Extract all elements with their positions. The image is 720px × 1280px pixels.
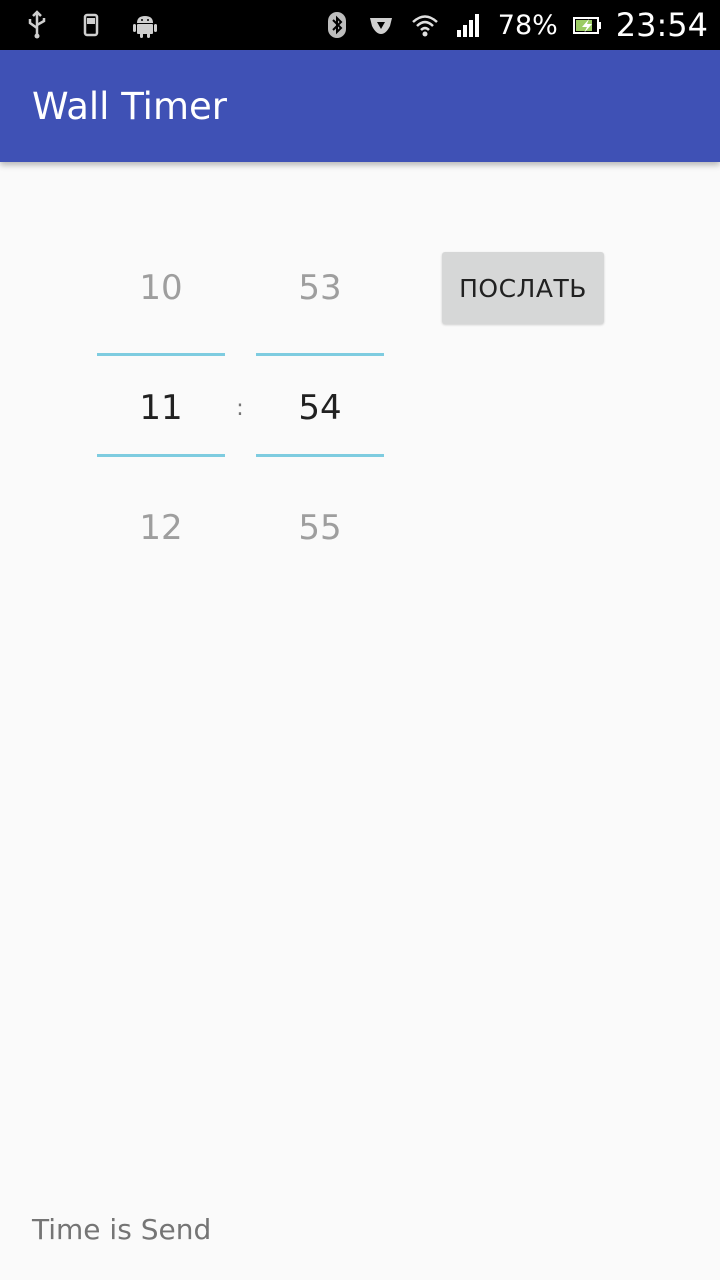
hour-next[interactable]: 12 [97, 508, 225, 548]
status-bar-notifications [22, 0, 160, 50]
usb-icon [22, 10, 52, 40]
wifi-icon [410, 10, 440, 40]
send-status-text: Time is Send [32, 1213, 212, 1246]
battery-charging-icon [572, 10, 602, 40]
app-title: Wall Timer [32, 85, 227, 128]
time-separator: : [236, 396, 244, 421]
android-icon [130, 10, 160, 40]
phone-sync-icon [76, 10, 106, 40]
hour-picker[interactable]: 10 11 12 [97, 250, 225, 570]
send-button[interactable]: ПОСЛАТЬ [442, 252, 604, 324]
status-bar: 78% 23:54 [0, 0, 720, 50]
minute-next[interactable]: 55 [256, 508, 384, 548]
hour-divider-top [97, 353, 225, 356]
app-bar: Wall Timer [0, 50, 720, 162]
hour-selected[interactable]: 11 [97, 388, 225, 428]
signal-icon [454, 10, 484, 40]
minute-divider-top [256, 353, 384, 356]
minute-picker[interactable]: 53 54 55 [256, 250, 384, 570]
battery-percent: 78% [497, 9, 558, 41]
clock: 23:54 [615, 6, 708, 44]
minute-selected[interactable]: 54 [256, 388, 384, 428]
hour-divider-bottom [97, 454, 225, 457]
hour-prev[interactable]: 10 [97, 268, 225, 308]
minute-divider-bottom [256, 454, 384, 457]
minute-prev[interactable]: 53 [256, 268, 384, 308]
status-bar-system: 78% 23:54 [322, 0, 708, 50]
bluetooth-icon [322, 10, 352, 40]
vpn-shield-icon [366, 10, 396, 40]
